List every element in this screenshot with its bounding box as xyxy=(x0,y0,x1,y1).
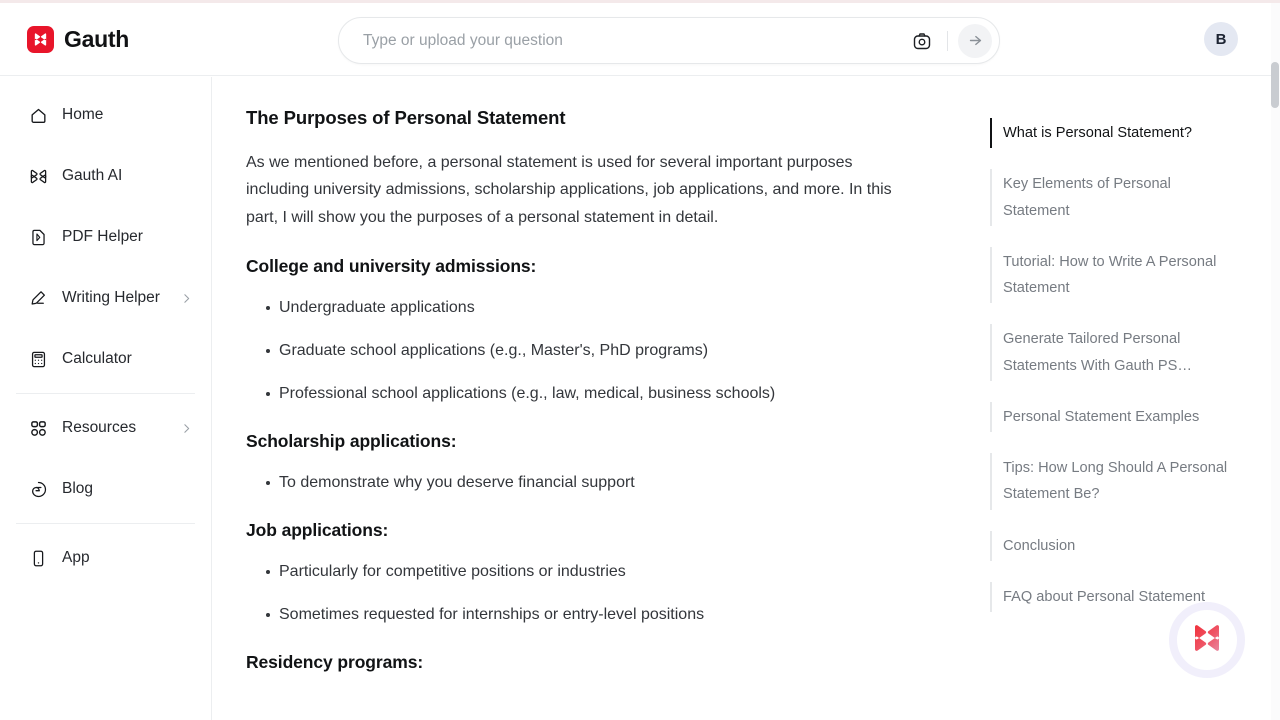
list-item: Particularly for competitive positions o… xyxy=(246,560,919,584)
page-scrollbar-thumb[interactable] xyxy=(1271,62,1279,108)
sidebar-item-label: Calculator xyxy=(62,350,132,367)
brand-logo-link[interactable]: Gauth xyxy=(27,25,129,53)
sidebar-item-label: Gauth AI xyxy=(62,167,123,184)
intro-paragraph: As we mentioned before, a personal state… xyxy=(246,153,892,226)
gauth-butterfly-logo-icon xyxy=(27,25,54,53)
sidebar-item-label: PDF Helper xyxy=(62,228,143,245)
bullet-list-college: Undergraduate applications Graduate scho… xyxy=(246,296,919,406)
camera-icon[interactable] xyxy=(907,26,937,56)
sidebar-item-label: Blog xyxy=(62,480,94,497)
sidebar-item-writing-helper[interactable]: Writing Helper xyxy=(0,276,211,320)
chevron-right-icon xyxy=(180,422,193,435)
home-icon xyxy=(28,105,48,125)
sidebar-item-app[interactable]: App xyxy=(0,536,211,580)
sidebar-divider xyxy=(16,393,195,394)
toc-item-conclusion[interactable]: Conclusion xyxy=(990,530,1240,561)
brand-name: Gauth xyxy=(64,25,129,52)
left-sidebar: Home Gauth AI PDF Helper Writing Helper … xyxy=(0,77,212,720)
sidebar-item-label: Resources xyxy=(62,419,137,436)
section-heading-college: College and university admissions: xyxy=(246,256,537,277)
user-avatar[interactable]: B xyxy=(1204,22,1238,56)
gauth-assistant-fab[interactable] xyxy=(1169,602,1245,678)
search-submit-button[interactable] xyxy=(958,23,992,58)
app-root: Gauth B xyxy=(0,0,1280,720)
list-item: Professional school applications (e.g., … xyxy=(246,382,919,406)
section-heading-residency: Residency programs: xyxy=(246,652,424,673)
gauth-butterfly-logo-icon xyxy=(1189,620,1225,661)
sidebar-item-label: App xyxy=(62,549,90,566)
gauth-ai-icon xyxy=(28,166,48,186)
grid-apps-icon xyxy=(28,418,48,438)
search-divider xyxy=(947,30,948,51)
bullet-list-job: Particularly for competitive positions o… xyxy=(246,560,919,627)
blog-icon xyxy=(28,479,48,499)
toc-item-examples[interactable]: Personal Statement Examples xyxy=(990,401,1240,433)
sidebar-item-home[interactable]: Home xyxy=(0,93,211,137)
sidebar-item-gauth-ai[interactable]: Gauth AI xyxy=(0,154,211,198)
top-header: Gauth B xyxy=(0,3,1271,76)
pdf-file-icon xyxy=(28,227,48,247)
list-item: To demonstrate why you deserve financial… xyxy=(246,471,919,495)
sidebar-item-resources[interactable]: Resources xyxy=(0,406,211,450)
sidebar-item-pdf-helper[interactable]: PDF Helper xyxy=(0,215,211,259)
sidebar-item-calculator[interactable]: Calculator xyxy=(0,337,211,381)
toc-item-tutorial[interactable]: Tutorial: How to Write A Personal Statem… xyxy=(990,246,1240,304)
search-input[interactable] xyxy=(339,18,907,63)
search-bar xyxy=(338,17,1000,64)
chevron-right-icon xyxy=(180,292,193,305)
toc-item-key-elements[interactable]: Key Elements of Personal Statement xyxy=(990,169,1240,226)
toc-item-what-is-personal-statement[interactable]: What is Personal Statement? xyxy=(990,118,1240,149)
page-title: The Purposes of Personal Statement xyxy=(246,107,566,128)
sidebar-item-blog[interactable]: Blog xyxy=(0,467,211,511)
section-heading-job: Job applications: xyxy=(246,520,389,541)
sidebar-divider xyxy=(16,523,195,524)
toc-item-generate-tailored[interactable]: Generate Tailored Personal Statements Wi… xyxy=(990,324,1240,381)
pen-icon xyxy=(28,288,48,308)
sidebar-item-label: Home xyxy=(62,106,104,123)
page-scrollbar-track[interactable] xyxy=(1271,0,1280,720)
section-heading-scholarship: Scholarship applications: xyxy=(246,431,457,452)
sidebar-item-label: Writing Helper xyxy=(62,289,160,306)
page-progress-bar xyxy=(0,0,1280,3)
mobile-phone-icon xyxy=(28,548,48,568)
calculator-icon xyxy=(28,349,48,369)
bullet-list-scholarship: To demonstrate why you deserve financial… xyxy=(246,471,919,495)
table-of-contents: What is Personal Statement? Key Elements… xyxy=(990,118,1240,633)
list-item: Graduate school applications (e.g., Mast… xyxy=(246,339,919,363)
toc-item-tips-how-long[interactable]: Tips: How Long Should A Personal Stateme… xyxy=(990,453,1240,510)
list-item: Sometimes requested for internships or e… xyxy=(246,603,919,627)
article-content: The Purposes of Personal Statement As we… xyxy=(213,77,959,720)
list-item: Undergraduate applications xyxy=(246,296,919,320)
